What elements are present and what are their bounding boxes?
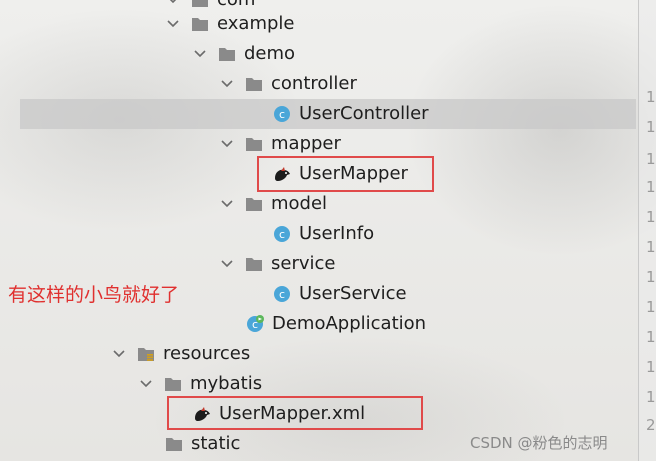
tree-item-label: UserController [299,103,429,124]
tree-item-label: example [217,13,295,34]
folder-icon [244,254,264,274]
folder-icon [244,194,264,214]
highlight-box-usermapper-xml [167,396,423,430]
spring-app-icon: c [245,314,265,334]
line-number: 1 [646,358,656,376]
folder-icon [244,134,264,154]
tree-item-mapper[interactable]: mapper [0,129,636,159]
svg-text:c: c [279,288,285,301]
project-tree: com example demo [0,0,636,461]
line-number: 1 [646,150,656,168]
chevron-down-icon[interactable] [218,249,236,279]
chevron-down-icon[interactable] [137,369,155,399]
line-number: 1 [646,388,656,406]
tree-item-label: model [271,193,328,214]
chevron-down-icon[interactable] [110,339,128,369]
tree-item-label: DemoApplication [272,313,427,334]
tree-item-service[interactable]: service [0,249,636,279]
line-number: 1 [646,118,656,136]
resources-folder-icon [136,344,156,364]
folder-icon [190,14,210,34]
tree-item-label: static [191,433,241,454]
tree-item-label: controller [271,73,357,94]
java-class-icon: c [272,104,292,124]
tree-item-resources[interactable]: resources [0,339,636,369]
tree-item-mybatis[interactable]: mybatis [0,369,636,399]
line-number: 1 [646,298,656,316]
tree-item-label: UserService [299,283,407,304]
tree-item-controller[interactable]: controller [0,69,636,99]
tree-item-model[interactable]: model [0,189,636,219]
line-number: 1 [646,238,656,256]
line-number: 1 [646,268,656,286]
java-class-icon: c [272,284,292,304]
tree-item-demo[interactable]: demo [0,39,636,69]
tree-item-usercontroller[interactable]: c UserController [20,99,636,129]
highlight-box-usermapper [257,156,434,192]
line-number: 1 [646,88,656,106]
tree-item-label: demo [244,43,296,64]
java-class-icon: c [272,224,292,244]
tree-item-label: mybatis [190,373,263,394]
folder-icon [163,374,183,394]
tree-item-label: service [271,253,336,274]
tree-item-demoapplication[interactable]: c DemoApplication [0,309,636,339]
tree-item-label: UserInfo [299,223,375,244]
svg-text:c: c [279,108,285,121]
chevron-down-icon[interactable] [164,9,182,39]
line-number: 1 [646,178,656,196]
line-number: 1 [646,208,656,226]
chevron-down-icon[interactable] [191,39,209,69]
tree-item-label: resources [163,343,251,364]
folder-icon [244,74,264,94]
tree-item-label: mapper [271,133,341,154]
chevron-down-icon[interactable] [218,129,236,159]
folder-icon [164,434,184,454]
line-number: 1 [646,328,656,346]
tree-item-userinfo[interactable]: c UserInfo [0,219,636,249]
folder-icon [217,44,237,64]
annotation-text: 有这样的小鸟就好了 [8,284,180,306]
chevron-down-icon[interactable] [218,189,236,219]
tree-item-example[interactable]: example [0,9,636,39]
chevron-down-icon[interactable] [218,69,236,99]
line-number: 2 [646,416,656,434]
watermark: CSDN @粉色的志明 [470,434,608,452]
svg-text:c: c [279,228,285,241]
